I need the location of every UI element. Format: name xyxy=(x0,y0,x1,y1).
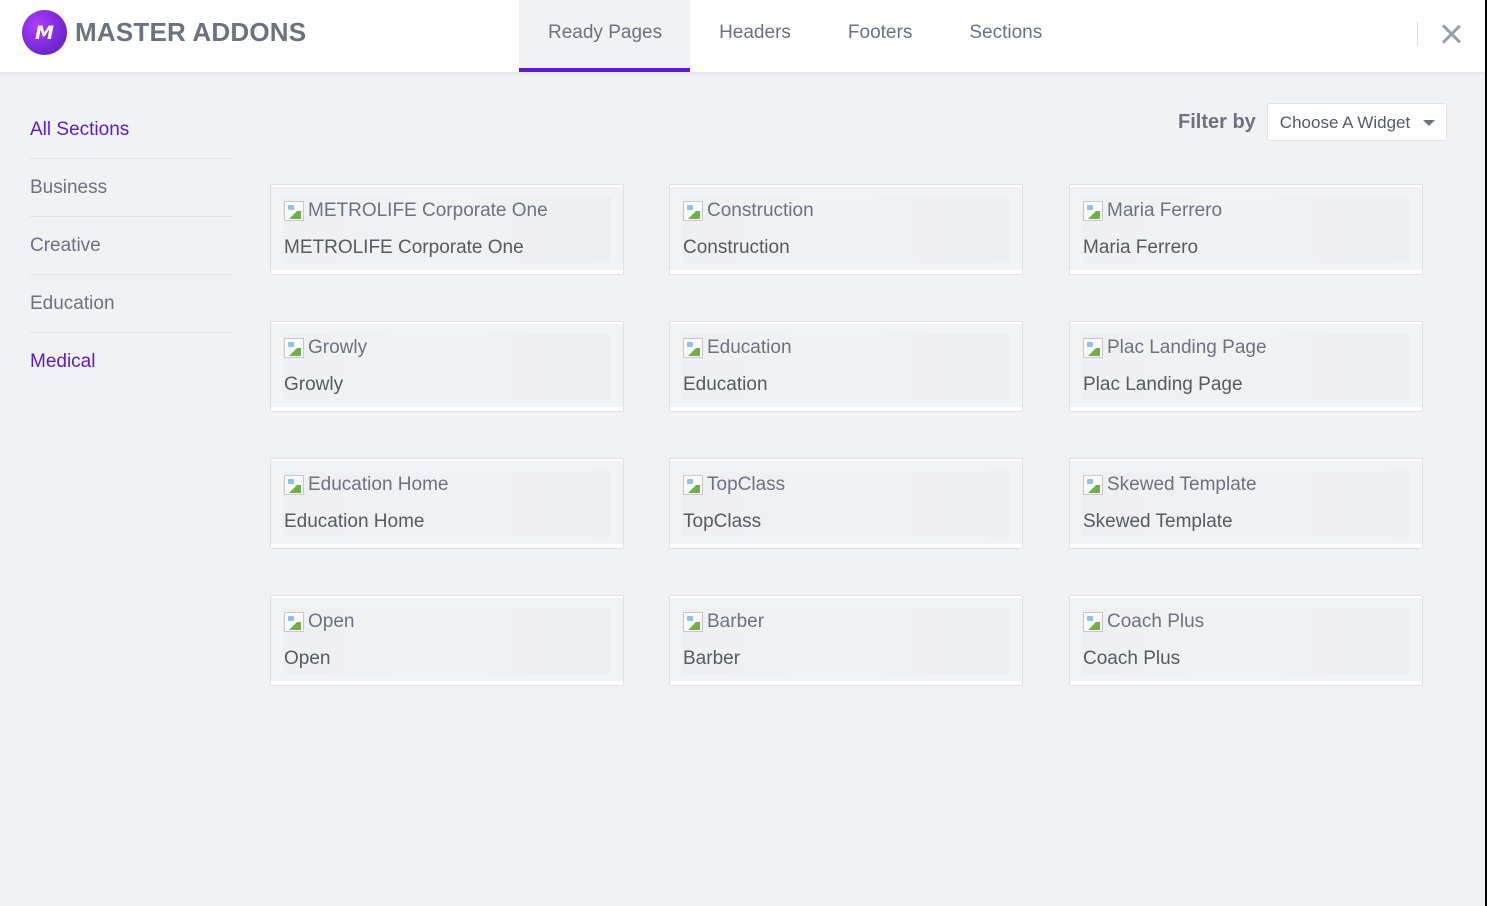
broken-image-icon xyxy=(284,475,304,495)
thumbnail-alt-text: Education Home xyxy=(308,474,449,495)
broken-image-icon xyxy=(683,338,703,358)
thumbnail-alt-text: Plac Landing Page xyxy=(1107,337,1267,358)
tab-headers[interactable]: Headers xyxy=(690,0,819,72)
broken-image-icon xyxy=(284,338,304,358)
template-title: Coach Plus xyxy=(1083,648,1181,669)
card-footer-strip xyxy=(1070,407,1422,411)
thumbnail-alt-text: Open xyxy=(308,611,355,632)
template-card[interactable]: Plac Landing Page Plac Landing Page xyxy=(1069,321,1423,412)
broken-image-icon xyxy=(284,201,304,221)
header-divider xyxy=(1417,22,1418,46)
broken-image-icon xyxy=(1083,338,1103,358)
card-footer-strip xyxy=(670,407,1022,411)
tab-footers[interactable]: Footers xyxy=(819,0,940,72)
broken-image-icon xyxy=(683,612,703,632)
thumbnail-alt-text: Construction xyxy=(707,200,814,221)
widget-filter-select[interactable]: Choose A Widget xyxy=(1266,103,1447,141)
card-footer-strip xyxy=(1070,270,1422,274)
broken-image-icon xyxy=(1083,475,1103,495)
template-title: Skewed Template xyxy=(1083,511,1233,532)
template-card[interactable]: Growly Growly xyxy=(270,321,624,412)
template-card[interactable]: Open Open xyxy=(270,595,624,686)
modal-header: M MASTER ADDONS Ready Pages Headers Foot… xyxy=(0,0,1485,72)
template-card[interactable]: Maria Ferrero Maria Ferrero xyxy=(1069,184,1423,275)
template-title: Plac Landing Page xyxy=(1083,374,1243,395)
sidebar-item-medical[interactable]: Medical xyxy=(30,333,232,390)
thumbnail-alt-text: Coach Plus xyxy=(1107,611,1205,632)
template-thumbnail: Education xyxy=(683,337,792,359)
sidebar-item-business[interactable]: Business xyxy=(30,159,232,217)
card-footer-strip xyxy=(670,270,1022,274)
template-card[interactable]: Construction Construction xyxy=(669,184,1023,275)
sidebar-item-all-sections[interactable]: All Sections xyxy=(30,101,232,159)
template-thumbnail: Skewed Template xyxy=(1083,474,1257,496)
card-footer-strip xyxy=(271,544,623,548)
template-card[interactable]: METROLIFE Corporate One METROLIFE Corpor… xyxy=(270,184,624,275)
card-footer-strip xyxy=(670,681,1022,685)
template-title: Growly xyxy=(284,374,344,395)
template-card[interactable]: Skewed Template Skewed Template xyxy=(1069,458,1423,549)
thumbnail-alt-text: TopClass xyxy=(707,474,786,495)
tab-bar: Ready Pages Headers Footers Sections xyxy=(519,0,1070,72)
template-thumbnail: Education Home xyxy=(284,474,448,496)
card-footer-strip xyxy=(1070,544,1422,548)
broken-image-icon xyxy=(1083,201,1103,221)
template-library-modal: M MASTER ADDONS Ready Pages Headers Foot… xyxy=(0,0,1485,906)
tab-ready-pages[interactable]: Ready Pages xyxy=(519,0,691,72)
template-thumbnail: Coach Plus xyxy=(1083,611,1204,633)
thumbnail-alt-text: Barber xyxy=(707,611,765,632)
thumbnail-alt-text: Maria Ferrero xyxy=(1107,200,1223,221)
thumbnail-alt-text: Skewed Template xyxy=(1107,474,1257,495)
broken-image-icon xyxy=(1083,612,1103,632)
filter-bar: Filter by Choose A Widget xyxy=(1178,103,1447,141)
template-thumbnail: Maria Ferrero xyxy=(1083,200,1222,222)
thumbnail-alt-text: Growly xyxy=(308,337,368,358)
broken-image-icon xyxy=(683,475,703,495)
template-thumbnail: Plac Landing Page xyxy=(1083,337,1267,359)
template-title: Maria Ferrero xyxy=(1083,237,1199,258)
broken-image-icon xyxy=(683,201,703,221)
logo-mark-icon: M xyxy=(22,10,67,55)
template-card[interactable]: TopClass TopClass xyxy=(669,458,1023,549)
template-card[interactable]: Education Education xyxy=(669,321,1023,412)
thumbnail-alt-text: Education xyxy=(707,337,792,358)
template-thumbnail: Growly xyxy=(284,337,367,359)
template-thumbnail: Barber xyxy=(683,611,764,633)
card-footer-strip xyxy=(670,544,1022,548)
thumbnail-alt-text: METROLIFE Corporate One xyxy=(308,200,548,221)
template-card[interactable]: Education Home Education Home xyxy=(270,458,624,549)
filter-label: Filter by xyxy=(1178,110,1256,133)
template-thumbnail: METROLIFE Corporate One xyxy=(284,200,548,222)
card-footer-strip xyxy=(271,407,623,411)
template-title: Education Home xyxy=(284,511,425,532)
chevron-down-icon xyxy=(1422,120,1435,126)
template-title: METROLIFE Corporate One xyxy=(284,237,524,258)
template-thumbnail: TopClass xyxy=(683,474,785,496)
card-footer-strip xyxy=(271,681,623,685)
template-card[interactable]: Coach Plus Coach Plus xyxy=(1069,595,1423,686)
template-title: Open xyxy=(284,648,331,669)
template-title: Education xyxy=(683,374,768,395)
template-title: Barber xyxy=(683,648,741,669)
card-footer-strip xyxy=(1070,681,1422,685)
template-card[interactable]: Barber Barber xyxy=(669,595,1023,686)
tab-sections[interactable]: Sections xyxy=(940,0,1070,72)
template-thumbnail: Open xyxy=(284,611,354,633)
sidebar-item-creative[interactable]: Creative xyxy=(30,217,232,275)
logo-text: MASTER ADDONS xyxy=(75,17,307,47)
category-sidebar: All Sections Business Creative Education… xyxy=(30,101,232,390)
template-title: Construction xyxy=(683,237,790,258)
close-icon[interactable] xyxy=(1438,21,1464,47)
card-footer-strip xyxy=(271,270,623,274)
template-title: TopClass xyxy=(683,511,762,532)
template-thumbnail: Construction xyxy=(683,200,814,222)
filter-select-value: Choose A Widget xyxy=(1279,113,1411,132)
sidebar-item-education[interactable]: Education xyxy=(30,275,232,333)
broken-image-icon xyxy=(284,612,304,632)
logo: M MASTER ADDONS xyxy=(22,10,306,55)
